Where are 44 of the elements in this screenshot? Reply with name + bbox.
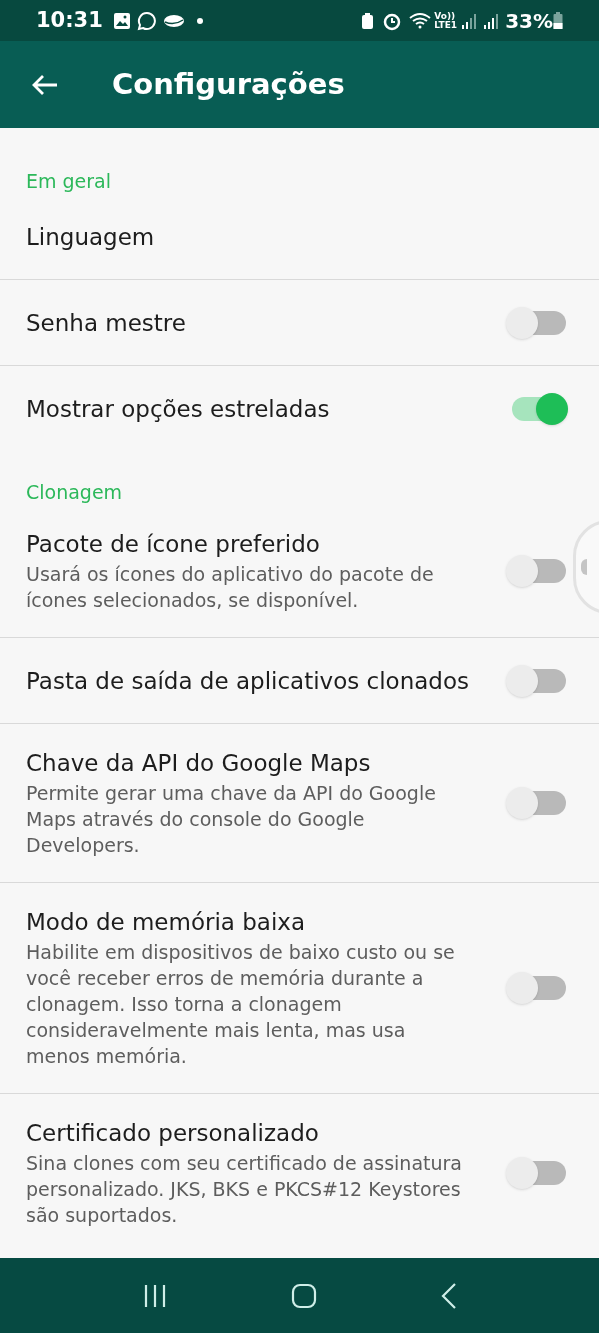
- setting-title: Certificado personalizado: [26, 1119, 320, 1148]
- screen-title: Configurações: [112, 65, 345, 103]
- settings-row[interactable]: Modo de memória baixa Habilite em dispositivos de baixo custo ou se você receber erros de memória durante a clonagem. Isso torna a clonagem consideravelmente mais lenta, mas usa menos memória.: [0, 883, 573, 1093]
- section-header: Em geral: [25, 169, 113, 194]
- chat-bubble-icon: [136, 10, 157, 31]
- setting-title: Senha mestre: [26, 308, 187, 338]
- setting-description: Habilite em dispositivos de baixo custo ou se você receber erros de memória durante a clonagem. Isso torna a clonagem consideravelmente mais lenta, mas usa menos memória.: [26, 940, 456, 1069]
- setting-description: Permite gerar uma chave da API do Google Maps através do console do Google Developers.: [26, 781, 437, 858]
- settings-row[interactable]: Senha mestre: [0, 280, 573, 365]
- volte-label: Vo)): [434, 11, 456, 21]
- setting-title: Pacote de ícone preferido: [26, 530, 321, 559]
- back-arrow-icon: [31, 72, 59, 97]
- settings-row[interactable]: Mostrar opções estreladas: [0, 366, 573, 451]
- home-icon[interactable]: [290, 1282, 317, 1309]
- wifi-icon: [408, 11, 433, 30]
- toggle-switch[interactable]: [506, 786, 566, 820]
- image-icon: [112, 11, 131, 30]
- setting-description: Sina clones com seu certificado de assinatura personalizado. JKS, BKS e PKCS#12 Keystores são suportados.: [26, 1151, 463, 1228]
- toggle-switch[interactable]: [506, 663, 566, 698]
- toggle-switch[interactable]: [506, 1156, 566, 1190]
- handle-icon: [581, 559, 587, 575]
- toggle-switch[interactable]: [506, 305, 566, 340]
- setting-title: Mostrar opções estreladas: [26, 394, 331, 424]
- settings-row[interactable]: Pacote de ícone preferido Usará os ícones do aplicativo do pacote de ícones selecionados, se disponível.: [0, 505, 573, 637]
- battery-icon: [553, 11, 563, 30]
- settings-row[interactable]: Pasta de saída de aplicativos clonados: [0, 638, 573, 723]
- settings-row[interactable]: Chave da API do Google Maps Permite gerar uma chave da API do Google Maps através do console do Google Developers.: [0, 724, 573, 882]
- setting-title: Modo de memória baixa: [26, 908, 307, 937]
- section-header: Clonagem: [25, 480, 124, 505]
- setting-title: Pasta de saída de aplicativos clonados: [26, 666, 470, 696]
- lte-label: LTE1: [434, 20, 458, 30]
- signal-icon: [461, 11, 478, 30]
- back-icon[interactable]: [439, 1281, 458, 1310]
- setting-title: Chave da API do Google Maps: [26, 749, 372, 778]
- toggle-switch[interactable]: [506, 554, 566, 588]
- clock: 10:31: [36, 6, 103, 34]
- toggle-switch[interactable]: [506, 971, 566, 1005]
- settings-row[interactable]: Linguagem: [0, 194, 573, 279]
- setting-title: Linguagem: [26, 222, 156, 252]
- battery-percent: 33%: [505, 7, 553, 35]
- settings-row[interactable]: Certificado personalizado Sina clones com seu certificado de assinatura personalizado. JKS, BKS e PKCS#12 Keystores são suportados.: [0, 1094, 573, 1252]
- setting-description: Usará os ícones do aplicativo do pacote de ícones selecionados, se disponível.: [26, 562, 435, 613]
- signal-icon: [483, 11, 500, 30]
- battery-saver-icon: [361, 11, 375, 30]
